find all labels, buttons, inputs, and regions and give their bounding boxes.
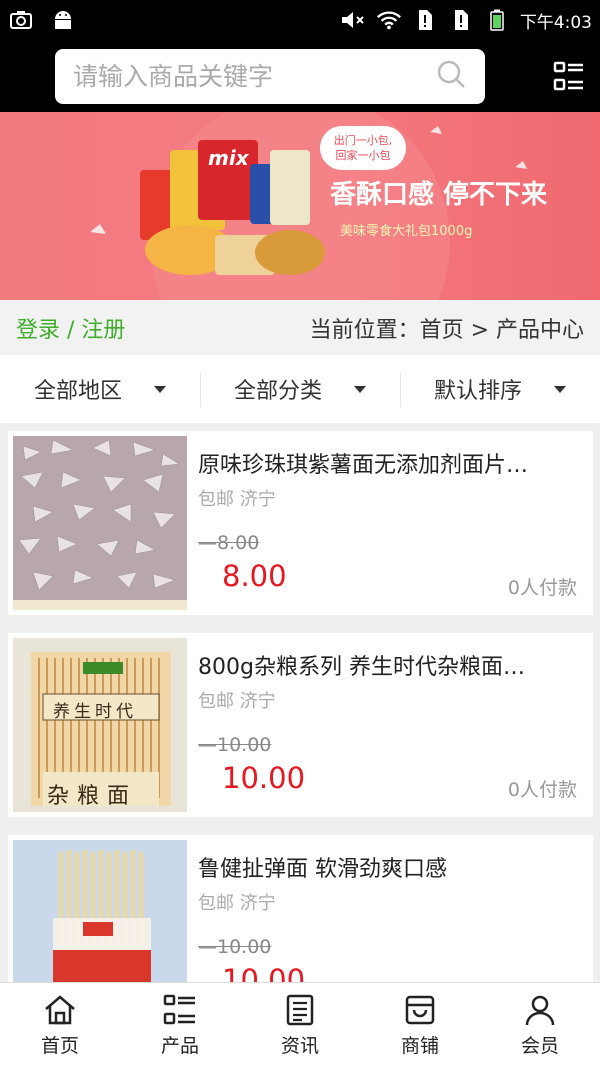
news-icon — [286, 994, 314, 1025]
tab-home[interactable]: 首页 — [0, 983, 120, 1067]
tab-news[interactable]: 资讯 — [240, 983, 360, 1067]
tab-products[interactable]: 产品 — [120, 983, 240, 1067]
android-icon — [50, 9, 76, 31]
product-image: 养生时代 杂粮面 — [13, 638, 187, 812]
product-title[interactable]: 800g杂粮系列 养生时代杂粮面… — [198, 649, 583, 681]
snack-products-image: mix — [140, 140, 330, 290]
product-card[interactable]: 养生时代 杂粮面 800g杂粮系列 养生时代杂粮面… 包邮 济宁 —10.00 … — [8, 633, 593, 817]
banner-headline: 香酥口感 停不下来 — [330, 180, 548, 210]
breadcrumb: 当前位置：首页 > 产品中心 — [309, 317, 584, 343]
tab-news-label: 资讯 — [280, 1034, 319, 1057]
caret-down-icon — [554, 385, 566, 393]
package-label-top: 养生时代 — [53, 702, 137, 722]
shop-icon — [405, 995, 435, 1024]
package-label-bottom: 杂粮面 — [47, 784, 138, 809]
filter-region[interactable]: 全部地区 — [0, 355, 200, 423]
filter-bar: 全部地区 全部分类 默认排序 — [0, 355, 600, 423]
product-image — [13, 436, 187, 610]
filter-sort-label: 默认排序 — [433, 379, 522, 404]
caret-down-icon — [154, 385, 166, 393]
status-time: 下午4:03 — [519, 12, 592, 33]
promo-banner[interactable]: mix 出门一小包, 回家一小包 香酥口感 停不下来 美味零食大礼包1000g — [0, 112, 600, 300]
tab-member[interactable]: 会员 — [480, 983, 600, 1067]
filter-category-label: 全部分类 — [233, 379, 322, 404]
product-price: 8.00 — [222, 559, 287, 593]
tab-products-label: 产品 — [160, 1034, 199, 1057]
status-bar: 下午4:03 — [0, 0, 600, 40]
login-breadcrumb-bar: 登录 / 注册 当前位置：首页 > 产品中心 — [0, 300, 600, 355]
search-icon[interactable] — [435, 58, 467, 94]
product-list: 原味珍珠琪紫薯面无添加剂面片… 包邮 济宁 —8.00 8.00 0人付款 养生… — [8, 431, 593, 1037]
tab-home-label: 首页 — [40, 1034, 79, 1057]
filter-category[interactable]: 全部分类 — [200, 355, 400, 423]
product-title[interactable]: 原味珍珠琪紫薯面无添加剂面片… — [198, 447, 583, 479]
product-title[interactable]: 鲁健扯弹面 软滑劲爽口感 — [198, 851, 583, 883]
mute-icon — [340, 9, 366, 31]
product-original-price: —10.00 — [198, 936, 272, 958]
product-shipping-location: 包邮 济宁 — [198, 691, 276, 712]
product-price: 10.00 — [222, 761, 306, 795]
search-box[interactable] — [55, 48, 485, 104]
home-icon — [45, 994, 75, 1024]
category-menu-button[interactable] — [552, 59, 586, 93]
product-original-price: —8.00 — [198, 532, 260, 554]
product-original-price: —10.00 — [198, 734, 272, 756]
product-paid-count: 0人付款 — [507, 577, 577, 599]
login-register-link[interactable]: 登录 / 注册 — [16, 312, 125, 344]
banner-subtitle: 美味零食大礼包1000g — [340, 224, 473, 239]
product-paid-count: 0人付款 — [507, 779, 577, 801]
menu-grid-icon — [553, 61, 583, 91]
product-shipping-location: 包邮 济宁 — [198, 893, 276, 914]
sim1-icon — [412, 9, 438, 31]
tab-shop-label: 商铺 — [400, 1034, 439, 1057]
banner-tag: 出门一小包, 回家一小包 — [320, 126, 406, 170]
product-card[interactable]: 原味珍珠琪紫薯面无添加剂面片… 包邮 济宁 —8.00 8.00 0人付款 — [8, 431, 593, 615]
tab-shop[interactable]: 商铺 — [360, 983, 480, 1067]
user-icon — [525, 995, 555, 1025]
filter-sort[interactable]: 默认排序 — [400, 355, 600, 423]
filter-region-label: 全部地区 — [33, 379, 122, 404]
battery-icon — [484, 9, 510, 31]
sim2-icon — [448, 9, 474, 31]
search-input[interactable] — [73, 61, 435, 91]
bottom-tab-bar: 首页 产品 资讯 商铺 会员 — [0, 982, 600, 1067]
tab-member-label: 会员 — [520, 1034, 559, 1057]
header — [0, 40, 600, 112]
wifi-icon — [376, 9, 402, 31]
list-icon — [163, 994, 195, 1024]
screenshot-icon — [8, 9, 34, 31]
caret-down-icon — [354, 385, 366, 393]
product-shipping-location: 包邮 济宁 — [198, 489, 276, 510]
